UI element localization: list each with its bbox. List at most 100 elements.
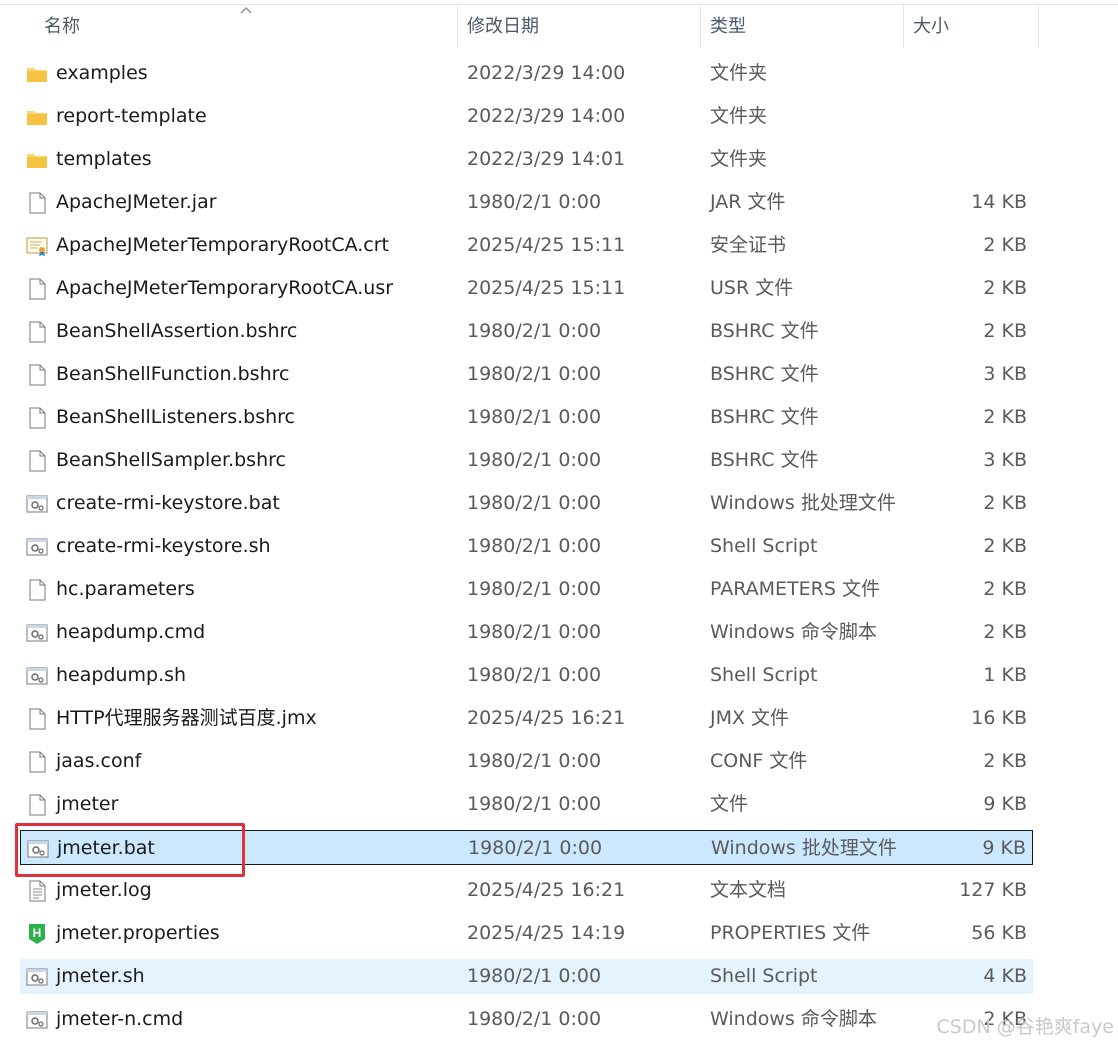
column-divider[interactable] bbox=[903, 5, 904, 48]
script-icon bbox=[26, 536, 48, 558]
file-row[interactable]: jmeter-n.cmd 1980/2/1 0:00 Windows 命令脚本 2 K… bbox=[20, 1002, 1033, 1037]
file-type: Shell Script bbox=[710, 535, 818, 557]
column-header-size[interactable]: 大小 bbox=[913, 5, 949, 48]
file-name: jmeter.log bbox=[56, 879, 152, 901]
file-size: 2 KB bbox=[983, 320, 1027, 342]
file-type: BSHRC 文件 bbox=[710, 363, 819, 385]
properties-icon: H bbox=[26, 923, 48, 945]
file-name: ApacheJMeterTemporaryRootCA.usr bbox=[56, 277, 394, 299]
file-date: 2025/4/25 16:21 bbox=[467, 879, 626, 901]
column-header: 名称 修改日期 类型 大小 bbox=[0, 5, 1040, 48]
file-type: Windows 批处理文件 bbox=[711, 837, 897, 859]
file-row[interactable]: BeanShellAssertion.bshrc 1980/2/1 0:00 BSH… bbox=[20, 314, 1033, 349]
file-type: CONF 文件 bbox=[710, 750, 808, 772]
column-divider[interactable] bbox=[700, 5, 701, 48]
file-date: 1980/2/1 0:00 bbox=[467, 965, 602, 987]
file-row[interactable]: BeanShellListeners.bshrc 1980/2/1 0:00 BSH… bbox=[20, 400, 1033, 435]
file-name: jmeter bbox=[56, 793, 119, 815]
file-name: jmeter.sh bbox=[56, 965, 145, 987]
file-row[interactable]: jmeter.bat 1980/2/1 0:00 Windows 批处理文件 9 KB bbox=[20, 830, 1033, 865]
file-row[interactable]: templates 2022/3/29 14:01 文件夹 bbox=[20, 142, 1033, 177]
text-file-icon bbox=[26, 880, 48, 902]
file-type: 文件 bbox=[710, 793, 749, 815]
file-row[interactable]: Hjmeter.properties 2025/4/25 14:19 PROPERT… bbox=[20, 916, 1033, 951]
file-name: BeanShellAssertion.bshrc bbox=[56, 320, 298, 342]
file-type: Windows 命令脚本 bbox=[710, 621, 877, 643]
file-row[interactable]: ApacheJMeter.jar 1980/2/1 0:00 JAR 文件 14 KB bbox=[20, 185, 1033, 220]
file-row[interactable]: heapdump.sh 1980/2/1 0:00 Shell Script 1 KB bbox=[20, 658, 1033, 693]
file-date: 1980/2/1 0:00 bbox=[467, 363, 602, 385]
file-row[interactable]: ApacheJMeterTemporaryRootCA.crt 2025/4/25… bbox=[20, 228, 1033, 263]
file-size: 16 KB bbox=[971, 707, 1027, 729]
file-icon bbox=[26, 708, 48, 730]
file-row[interactable]: BeanShellFunction.bshrc 1980/2/1 0:00 BSHR… bbox=[20, 357, 1033, 392]
file-name: heapdump.cmd bbox=[56, 621, 206, 643]
file-date: 2022/3/29 14:00 bbox=[467, 105, 626, 127]
file-row[interactable]: examples 2022/3/29 14:00 文件夹 bbox=[20, 56, 1033, 91]
file-row[interactable]: BeanShellSampler.bshrc 1980/2/1 0:00 BSHRC… bbox=[20, 443, 1033, 478]
file-row[interactable]: heapdump.cmd 1980/2/1 0:00 Windows 命令脚本 2 K… bbox=[20, 615, 1033, 650]
svg-text:H: H bbox=[33, 926, 42, 940]
file-date: 1980/2/1 0:00 bbox=[467, 449, 602, 471]
file-row[interactable]: create-rmi-keystore.sh 1980/2/1 0:00 Shell… bbox=[20, 529, 1033, 564]
file-size: 4 KB bbox=[983, 965, 1027, 987]
column-header-type[interactable]: 类型 bbox=[710, 5, 746, 48]
column-divider[interactable] bbox=[1038, 5, 1039, 48]
file-row[interactable]: hc.parameters 1980/2/1 0:00 PARAMETERS 文件 2… bbox=[20, 572, 1033, 607]
file-row[interactable]: jmeter 1980/2/1 0:00 文件 9 KB bbox=[20, 787, 1033, 822]
file-row[interactable]: create-rmi-keystore.bat 1980/2/1 0:00 Wind… bbox=[20, 486, 1033, 521]
file-name: create-rmi-keystore.bat bbox=[56, 492, 280, 514]
file-type: BSHRC 文件 bbox=[710, 449, 819, 471]
file-type: 安全证书 bbox=[710, 234, 787, 256]
file-type: PROPERTIES 文件 bbox=[710, 922, 871, 944]
file-type: Windows 批处理文件 bbox=[710, 492, 896, 514]
file-date: 1980/2/1 0:00 bbox=[467, 406, 602, 428]
file-date: 1980/2/1 0:00 bbox=[467, 793, 602, 815]
file-name: templates bbox=[56, 148, 152, 170]
script-icon bbox=[26, 966, 48, 988]
file-icon bbox=[26, 407, 48, 429]
file-row[interactable]: jmeter.log 2025/4/25 16:21 文本文档 127 KB bbox=[20, 873, 1033, 908]
file-date: 1980/2/1 0:00 bbox=[468, 837, 603, 859]
file-size: 2 KB bbox=[983, 234, 1027, 256]
file-date: 2025/4/25 15:11 bbox=[467, 234, 626, 256]
script-icon bbox=[26, 493, 48, 515]
file-date: 1980/2/1 0:00 bbox=[467, 664, 602, 686]
file-name: BeanShellSampler.bshrc bbox=[56, 449, 286, 471]
script-icon bbox=[26, 622, 48, 644]
file-row[interactable]: jmeter.sh 1980/2/1 0:00 Shell Script 4 KB bbox=[20, 959, 1033, 994]
file-date: 2025/4/25 16:21 bbox=[467, 707, 626, 729]
column-header-date[interactable]: 修改日期 bbox=[467, 5, 539, 48]
file-name: ApacheJMeterTemporaryRootCA.crt bbox=[56, 234, 390, 256]
file-icon bbox=[26, 579, 48, 601]
file-date: 1980/2/1 0:00 bbox=[467, 492, 602, 514]
file-name: BeanShellListeners.bshrc bbox=[56, 406, 295, 428]
file-name: hc.parameters bbox=[56, 578, 195, 600]
script-icon bbox=[26, 1009, 48, 1031]
file-type: 文本文档 bbox=[710, 879, 787, 901]
file-name: heapdump.sh bbox=[56, 664, 187, 686]
file-icon bbox=[26, 192, 48, 214]
file-size: 2 KB bbox=[983, 492, 1027, 514]
file-date: 1980/2/1 0:00 bbox=[467, 750, 602, 772]
file-icon bbox=[26, 751, 48, 773]
certificate-icon bbox=[26, 235, 48, 257]
file-name: BeanShellFunction.bshrc bbox=[56, 363, 290, 385]
file-date: 1980/2/1 0:00 bbox=[467, 1008, 602, 1030]
folder-icon bbox=[26, 149, 48, 171]
file-date: 1980/2/1 0:00 bbox=[467, 621, 602, 643]
file-row[interactable]: report-template 2022/3/29 14:00 文件夹 bbox=[20, 99, 1033, 134]
file-type: USR 文件 bbox=[710, 277, 794, 299]
file-date: 1980/2/1 0:00 bbox=[467, 191, 602, 213]
file-row[interactable]: HTTP代理服务器测试百度.jmx 2025/4/25 16:21 JMX 文件 16… bbox=[20, 701, 1033, 736]
file-row[interactable]: ApacheJMeterTemporaryRootCA.usr 2025/4/25… bbox=[20, 271, 1033, 306]
file-size: 2 KB bbox=[983, 277, 1027, 299]
column-header-name[interactable]: 名称 bbox=[44, 5, 80, 48]
file-date: 2025/4/25 15:11 bbox=[467, 277, 626, 299]
file-type: BSHRC 文件 bbox=[710, 406, 819, 428]
file-type: JAR 文件 bbox=[710, 191, 786, 213]
file-row[interactable]: jaas.conf 1980/2/1 0:00 CONF 文件 2 KB bbox=[20, 744, 1033, 779]
column-divider[interactable] bbox=[457, 5, 458, 48]
file-type: 文件夹 bbox=[710, 148, 768, 170]
file-date: 2022/3/29 14:00 bbox=[467, 62, 626, 84]
